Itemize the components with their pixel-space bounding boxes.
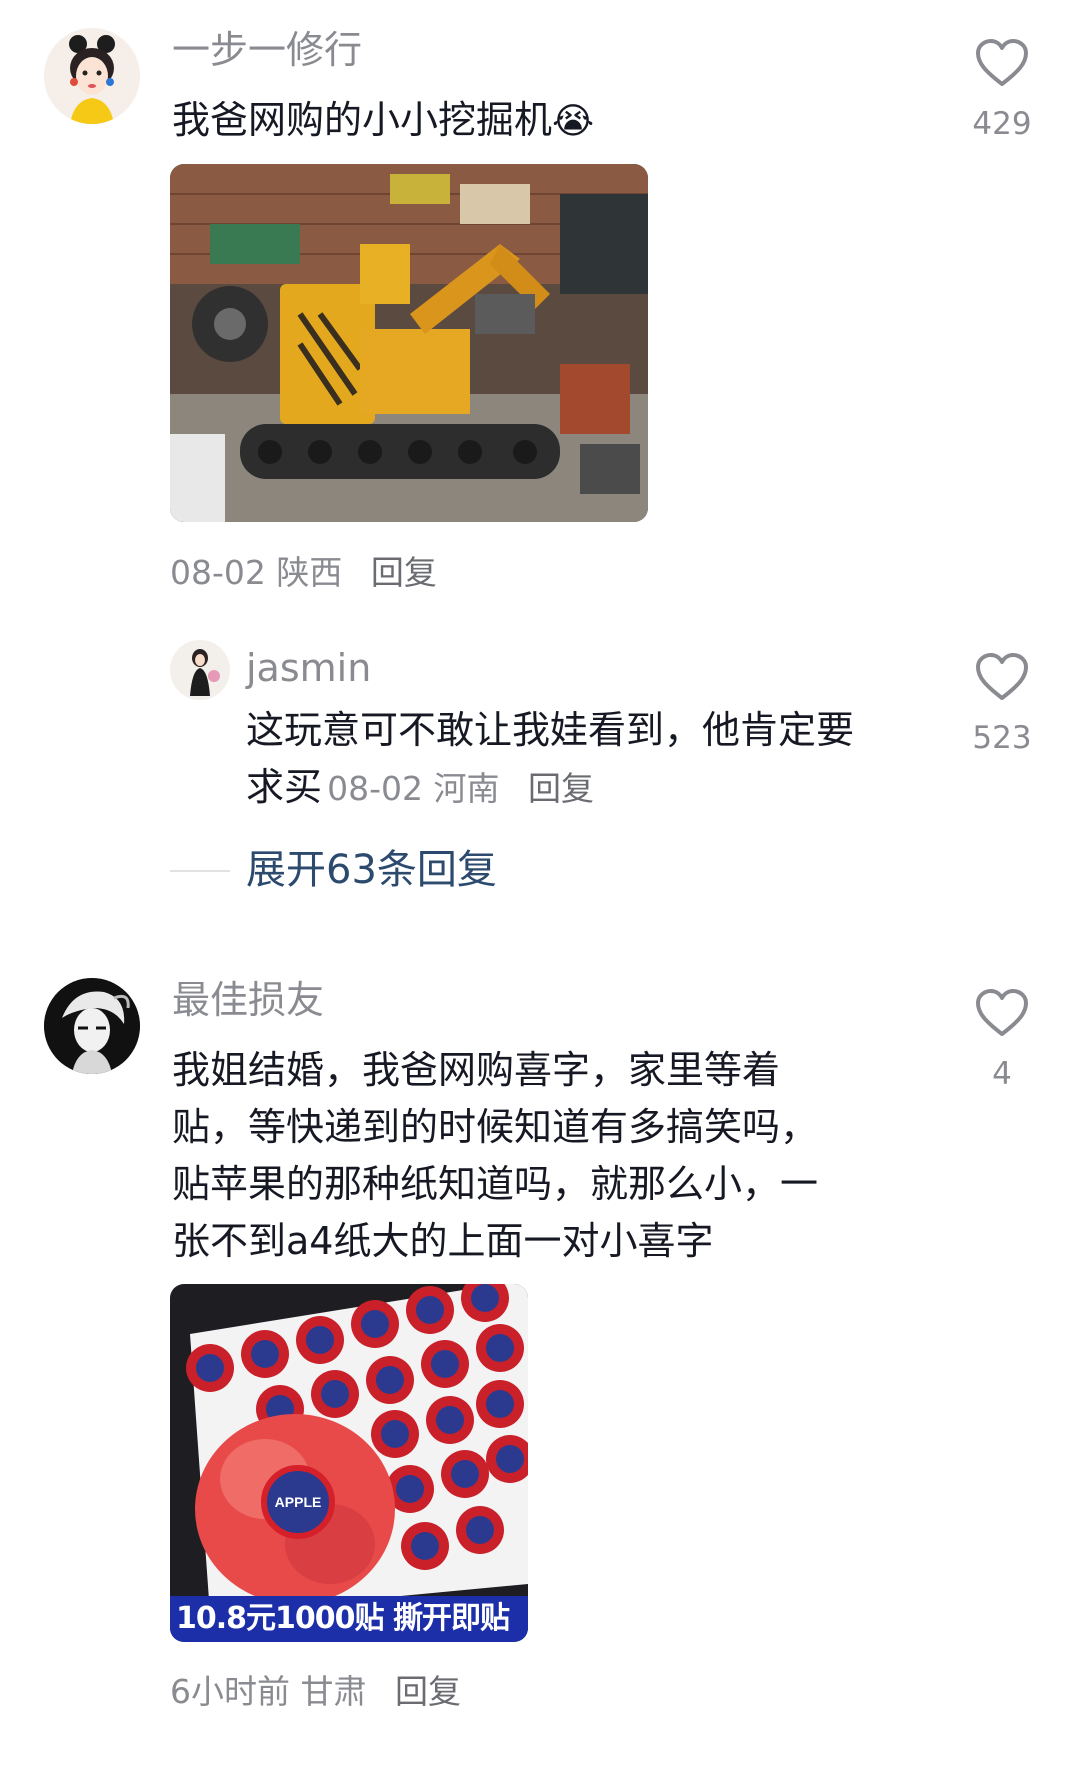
comment-meta: 6小时前 甘肃 回复 <box>170 1672 461 1712</box>
reply-location: 河南 <box>433 769 500 808</box>
reply-reply-button[interactable]: 回复 <box>528 769 594 808</box>
reply-like-count: 523 <box>972 720 1032 756</box>
crying-emoji-icon: 😭 <box>552 101 595 142</box>
like-count: 429 <box>972 106 1032 142</box>
comment-meta: 08-02 陕西 回复 <box>170 553 437 593</box>
image-banner-text: 10.8元1000贴 撕开即贴 <box>176 1601 510 1636</box>
comment-image-apple-stickers[interactable]: APPLE 10.8元1000贴 撕开即贴 <box>170 1284 528 1642</box>
heart-outline-icon <box>976 653 1028 700</box>
comment-image-excavator[interactable] <box>170 164 648 522</box>
avatar[interactable] <box>44 28 140 124</box>
comment-text: 我姐结婚，我爸网购喜字，家里等着 贴，等快递到的时候知道有多搞笑吗， 贴苹果的那… <box>172 1042 818 1270</box>
reply-avatar[interactable] <box>170 640 230 700</box>
like-count: 4 <box>992 1056 1012 1092</box>
comment-text: 我爸网购的小小挖掘机😭 <box>172 92 594 150</box>
comment-time: 6小时前 <box>170 1672 290 1711</box>
like-button[interactable]: 4 <box>964 988 1040 1092</box>
reply-date: 08-02 <box>327 769 423 808</box>
sticker-label: APPLE <box>275 1494 322 1510</box>
heart-outline-icon <box>976 39 1028 86</box>
comment-location: 甘肃 <box>300 1672 367 1711</box>
reply-meta: 08-02 河南 回复 <box>327 769 594 808</box>
comment-username[interactable]: 一步一修行 <box>172 28 362 72</box>
reply-username[interactable]: jasmin <box>246 646 371 690</box>
comment-text-line: 张不到a4纸大的上面一对小喜字 <box>172 1219 714 1263</box>
comment-text-line: 贴，等快递到的时候知道有多搞笑吗， <box>172 1105 819 1149</box>
expand-divider <box>170 870 230 872</box>
heart-outline-icon <box>976 989 1028 1036</box>
comment-date: 08-02 <box>170 553 266 592</box>
reply-button[interactable]: 回复 <box>395 1672 461 1711</box>
avatar[interactable] <box>44 978 140 1074</box>
expand-replies-button[interactable]: 展开63条回复 <box>246 846 497 894</box>
reply-text: 这玩意可不敢让我娃看到，他肯定要 <box>246 708 855 752</box>
reply-like-button[interactable]: 523 <box>964 652 1040 756</box>
comment-text-body: 我爸网购的小小挖掘机 <box>172 98 553 142</box>
comment-username[interactable]: 最佳损友 <box>172 978 324 1022</box>
reply-text-line2-row: 求买 08-02 河南 回复 <box>246 759 594 816</box>
like-button[interactable]: 429 <box>964 38 1040 142</box>
comment-text-line: 我姐结婚，我爸网购喜字，家里等着 <box>172 1048 781 1092</box>
comment-location: 陕西 <box>276 553 343 592</box>
reply-text-line2: 求买 <box>246 765 323 809</box>
comment-text-line: 贴苹果的那种纸知道吗，就那么小，一 <box>172 1162 819 1206</box>
reply-button[interactable]: 回复 <box>371 553 437 592</box>
